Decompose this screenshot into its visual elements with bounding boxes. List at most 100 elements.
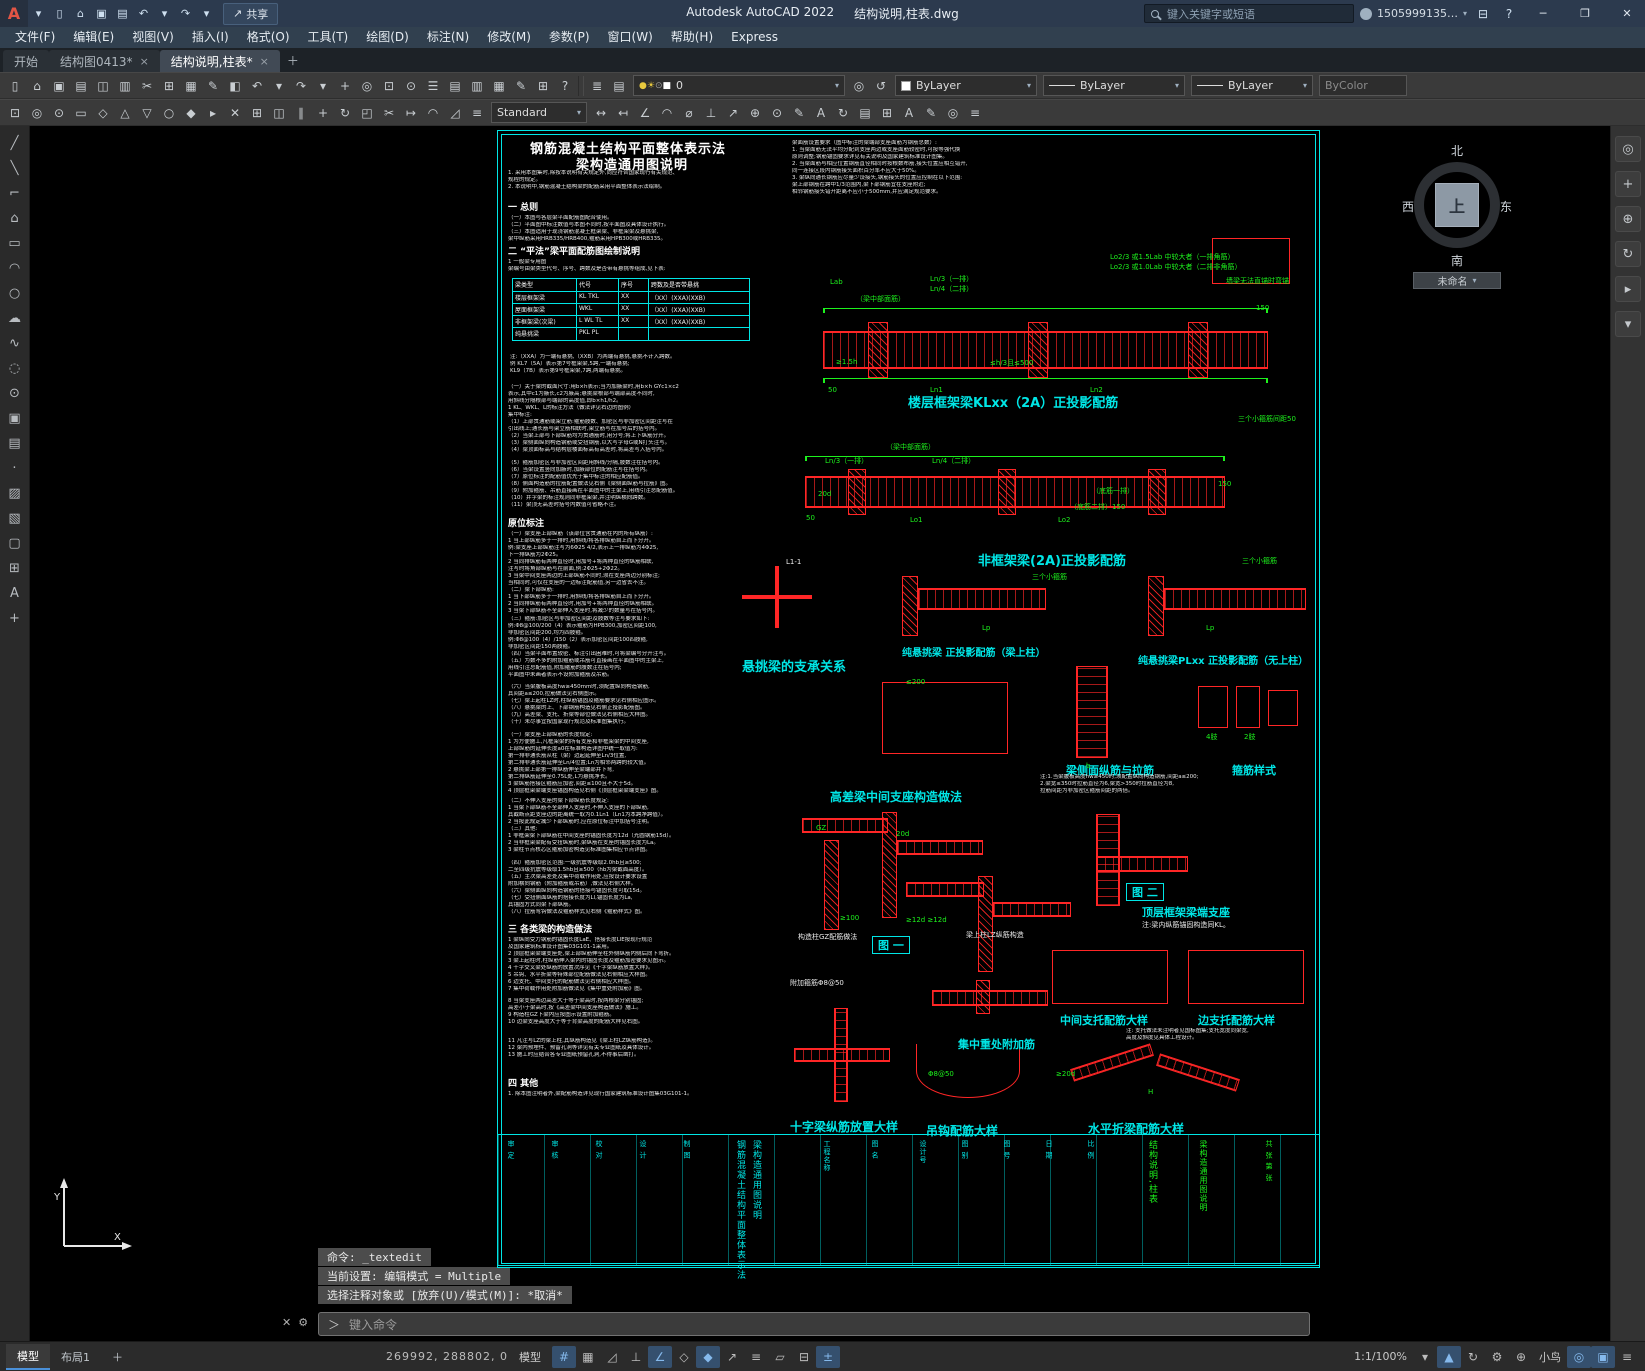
mtext-icon[interactable]: A [898, 102, 920, 124]
menu-item[interactable]: 窗口(W) [599, 27, 662, 48]
copy-clip-icon[interactable]: ⊞ [158, 75, 180, 97]
annotation-scale-caret-icon[interactable]: ▾ [1413, 1346, 1437, 1368]
orbit-tool-icon[interactable]: ↻ [1615, 241, 1641, 267]
publish-icon[interactable]: ▥ [114, 75, 136, 97]
menu-item[interactable]: 格式(O) [238, 27, 299, 48]
cart-icon[interactable]: ⊟ [1473, 7, 1493, 21]
construction-line-icon[interactable]: ╲ [3, 156, 27, 180]
zoom-previous-icon[interactable]: ⊙ [400, 75, 422, 97]
redo-caret-icon[interactable]: ▾ [196, 0, 217, 27]
rectangle-icon[interactable]: ▭ [3, 231, 27, 255]
cut-icon[interactable]: ✂ [136, 75, 158, 97]
annotation-visibility-icon[interactable]: ▲ [1437, 1345, 1461, 1368]
qleader-icon[interactable]: ↗ [722, 102, 744, 124]
selection-cycling-icon[interactable]: ⊟ [792, 1346, 816, 1368]
open-icon[interactable]: ⌂ [26, 75, 48, 97]
full-navigation-wheel-icon[interactable]: ◎ [1615, 136, 1641, 162]
dim-style-icon[interactable]: ▤ [854, 102, 876, 124]
zoom-previous-icon[interactable]: ⊙ [48, 102, 70, 124]
account-button[interactable]: 1505999135… ▾ [1359, 7, 1467, 20]
zoom-realtime-icon[interactable]: ◎ [26, 102, 48, 124]
markup-icon[interactable]: ✎ [510, 75, 532, 97]
autocad-logo[interactable]: A [0, 0, 28, 27]
file-tab[interactable]: 结构说明,柱表* × [159, 50, 280, 72]
scale-icon[interactable]: ◰ [356, 102, 378, 124]
object-snap-icon[interactable]: ◆ [695, 1345, 720, 1368]
layer-states-icon[interactable]: ▤ [608, 75, 630, 97]
rectangle-icon[interactable]: ▭ [70, 102, 92, 124]
pan-icon[interactable]: + [334, 75, 356, 97]
viewcube-east-label[interactable]: 东 [1500, 198, 1512, 215]
menu-item[interactable]: 工具(T) [299, 27, 358, 48]
dim-text-icon[interactable]: A [810, 102, 832, 124]
layer-previous-icon[interactable]: ↺ [870, 75, 892, 97]
undo-caret-icon[interactable]: ▾ [154, 0, 175, 27]
pan-tool-icon[interactable]: + [1615, 171, 1641, 197]
layer-freeze-icon[interactable]: ☀ [647, 81, 655, 91]
dim-aligned-icon[interactable]: ↤ [612, 102, 634, 124]
new-file-icon[interactable]: ▯ [49, 0, 70, 27]
qnew-icon[interactable]: ▯ [4, 75, 26, 97]
menu-item[interactable]: 视图(V) [123, 27, 183, 48]
infer-constraints-icon[interactable]: ◿ [600, 1346, 624, 1368]
color-dropdown[interactable]: ByLayer ▾ [895, 75, 1037, 96]
menu-item[interactable]: 标注(N) [418, 27, 478, 48]
play-icon[interactable]: ▸ [202, 102, 224, 124]
new-tab-button[interactable]: ＋ [282, 50, 304, 72]
file-tab[interactable]: 结构图0413* × [49, 50, 160, 72]
viewcube-north-label[interactable]: 北 [1402, 142, 1512, 159]
lineweight-dropdown[interactable]: ByLayer ▾ [1191, 75, 1313, 96]
isodraft-icon[interactable]: ◇ [672, 1346, 696, 1368]
erase-icon[interactable]: ✕ [224, 102, 246, 124]
triangle-icon[interactable]: △ [114, 102, 136, 124]
zoom-tool-icon[interactable]: ⊕ [1615, 206, 1641, 232]
layout-tab[interactable]: 布局1 [50, 1344, 101, 1370]
ellipse-arc-icon[interactable]: ⊙ [3, 381, 27, 405]
save-file-icon[interactable]: ▣ [91, 0, 112, 27]
lineweight-display-icon[interactable]: ≡ [744, 1346, 768, 1368]
help-icon[interactable]: ? [1499, 7, 1519, 21]
customization-menu-icon[interactable]: ≡ [1615, 1346, 1639, 1368]
quickcalc-icon[interactable]: ⊞ [532, 75, 554, 97]
region-icon[interactable]: ▢ [3, 531, 27, 555]
text-style-dropdown[interactable]: Standard ▾ [491, 102, 587, 123]
redo-icon[interactable]: ↷ [175, 0, 196, 27]
undo-icon[interactable]: ↶ [133, 0, 154, 27]
zoom-window-icon[interactable]: ⊡ [378, 75, 400, 97]
menu-item[interactable]: Express [722, 27, 787, 48]
dim-update-icon[interactable]: ↻ [832, 102, 854, 124]
rotate-icon[interactable]: ↻ [334, 102, 356, 124]
insert-block-icon[interactable]: ▣ [3, 406, 27, 430]
layer-dropdown[interactable]: ● ☀ ⊙ ■ 0 ▾ [633, 75, 845, 96]
zoom-extents-icon[interactable]: ⊡ [4, 102, 26, 124]
spline-icon[interactable]: ∿ [3, 331, 27, 355]
tool-palettes-icon[interactable]: ▥ [466, 75, 488, 97]
polyline-icon[interactable]: ⌐ [3, 181, 27, 205]
explode-icon[interactable]: ≡ [466, 102, 488, 124]
properties-icon[interactable]: ☰ [422, 75, 444, 97]
edit-text-icon[interactable]: ✎ [920, 102, 942, 124]
dim-angular-icon[interactable]: ∠ [634, 102, 656, 124]
trim-icon[interactable]: ✂ [378, 102, 400, 124]
dim-ordinate-icon[interactable]: ⊥ [700, 102, 722, 124]
plot-icon[interactable]: ▤ [70, 75, 92, 97]
grid-display-icon[interactable]: # [551, 1345, 576, 1368]
layer-on-icon[interactable]: ● [639, 81, 647, 91]
drawing-canvas[interactable]: 北 上 西 东 南 未命名 ▾ Y X 命令: _textedit 当前设置: 编… [30, 126, 1610, 1341]
circle-icon[interactable]: ○ [158, 102, 180, 124]
graphics-performance-icon[interactable]: ▣ [1591, 1345, 1615, 1368]
designcenter-icon[interactable]: ▤ [444, 75, 466, 97]
menu-item[interactable]: 参数(P) [540, 27, 599, 48]
object-snap-tracking-icon[interactable]: ↗ [720, 1346, 744, 1368]
annotation-scale-label[interactable]: 1:1/100% [1348, 1350, 1413, 1363]
arc-icon[interactable]: ◠ [3, 256, 27, 280]
polar-tracking-icon[interactable]: ∠ [647, 1345, 672, 1368]
tab-close-icon[interactable]: × [140, 55, 149, 68]
mirror-flip-icon[interactable]: ▽ [136, 102, 158, 124]
offset-icon[interactable]: ∥ [290, 102, 312, 124]
plugin-button[interactable]: 小鸟 [1533, 1349, 1567, 1365]
menu-item[interactable]: 修改(M) [478, 27, 540, 48]
dim-edit-icon[interactable]: ✎ [788, 102, 810, 124]
move-icon[interactable]: + [312, 102, 334, 124]
tolerance-icon[interactable]: ⊕ [744, 102, 766, 124]
